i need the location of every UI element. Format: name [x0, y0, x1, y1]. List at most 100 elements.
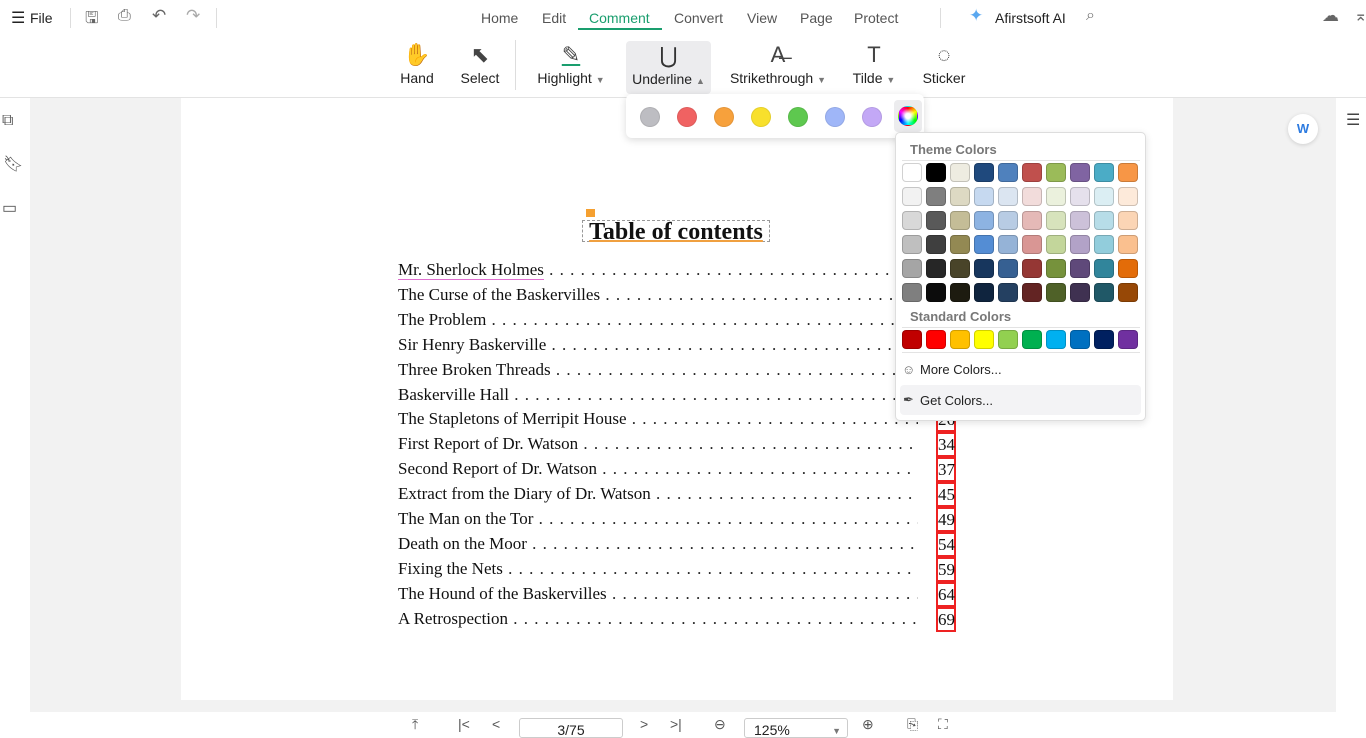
standard-color-swatch[interactable] [902, 330, 922, 349]
toc-entry[interactable]: Baskerville Hall . . . . . . . . . . . .… [398, 385, 918, 407]
tab-edit[interactable]: Edit [542, 10, 566, 26]
toc-entry[interactable]: Second Report of Dr. Watson . . . . . . … [398, 459, 918, 481]
theme-color-swatch[interactable] [902, 283, 922, 302]
undo-icon[interactable]: ↶ [152, 6, 166, 26]
toc-entry[interactable]: Death on the Moor . . . . . . . . . . . … [398, 534, 918, 556]
standard-color-swatch[interactable] [1094, 330, 1114, 349]
theme-color-swatch[interactable] [1022, 259, 1042, 278]
standard-color-swatch[interactable] [926, 330, 946, 349]
theme-color-swatch[interactable] [1118, 259, 1138, 278]
tab-home[interactable]: Home [481, 10, 518, 26]
document-title[interactable]: Table of contents [582, 220, 770, 244]
theme-color-swatch[interactable] [1070, 163, 1090, 182]
toc-entry[interactable]: Fixing the Nets . . . . . . . . . . . . … [398, 559, 918, 581]
theme-color-swatch[interactable] [1094, 283, 1114, 302]
theme-color-swatch[interactable] [1046, 235, 1066, 254]
toc-entry[interactable]: First Report of Dr. Watson . . . . . . .… [398, 434, 918, 456]
standard-color-swatch[interactable] [1046, 330, 1066, 349]
theme-color-swatch[interactable] [998, 259, 1018, 278]
theme-color-swatch[interactable] [998, 235, 1018, 254]
print-icon[interactable]: ⎙ [118, 7, 131, 25]
toc-page-number[interactable]: 54 [936, 531, 956, 557]
theme-color-swatch[interactable] [1094, 259, 1114, 278]
theme-color-swatch[interactable] [1094, 211, 1114, 230]
zoom-in-icon[interactable]: ⊕ [862, 716, 874, 733]
toc-entry[interactable]: The Stapletons of Merripit House . . . .… [398, 409, 918, 431]
last-page-icon[interactable]: >| [670, 716, 682, 732]
standard-color-swatch[interactable] [1022, 330, 1042, 349]
zoom-out-icon[interactable]: ⊖ [714, 716, 726, 733]
toc-entry[interactable]: Sir Henry Baskerville . . . . . . . . . … [398, 335, 918, 357]
theme-color-swatch[interactable] [1094, 163, 1114, 182]
toc-entry[interactable]: Three Broken Threads . . . . . . . . . .… [398, 360, 918, 382]
theme-color-swatch[interactable] [902, 235, 922, 254]
toc-entry[interactable]: The Curse of the Baskervilles . . . . . … [398, 285, 918, 307]
theme-color-swatch[interactable] [1046, 283, 1066, 302]
tab-page[interactable]: Page [800, 10, 833, 26]
color-swatch[interactable] [677, 107, 697, 127]
toc-page-number[interactable]: 64 [936, 581, 956, 607]
theme-color-swatch[interactable] [1022, 235, 1042, 254]
toc-page-number[interactable]: 59 [936, 556, 956, 582]
theme-color-swatch[interactable] [1070, 187, 1090, 206]
standard-color-swatch[interactable] [998, 330, 1018, 349]
theme-color-swatch[interactable] [1118, 163, 1138, 182]
theme-color-swatch[interactable] [950, 163, 970, 182]
zoom-select[interactable]: 125% ▼ [744, 718, 848, 738]
highlight-tool[interactable]: ✎ Highlight ▼ [534, 40, 608, 94]
theme-color-swatch[interactable] [1118, 187, 1138, 206]
theme-color-swatch[interactable] [950, 187, 970, 206]
translate-icon[interactable]: W [1288, 114, 1318, 144]
tab-protect[interactable]: Protect [854, 10, 898, 26]
theme-color-swatch[interactable] [926, 283, 946, 302]
get-colors-item[interactable]: ✒ Get Colors... [900, 385, 1141, 415]
theme-color-swatch[interactable] [1070, 235, 1090, 254]
theme-color-swatch[interactable] [1046, 163, 1066, 182]
fullscreen-icon[interactable]: ⛶ [938, 716, 948, 733]
toc-entry[interactable]: Extract from the Diary of Dr. Watson . .… [398, 484, 918, 506]
scroll-top-icon[interactable]: ⤒ [412, 716, 418, 733]
theme-color-swatch[interactable] [1094, 235, 1114, 254]
page-number-input[interactable]: 3/75 [519, 718, 623, 738]
toc-entry[interactable]: The Man on the Tor . . . . . . . . . . .… [398, 509, 918, 531]
theme-color-swatch[interactable] [998, 211, 1018, 230]
theme-color-swatch[interactable] [950, 211, 970, 230]
select-tool[interactable]: ⬉ Select [458, 40, 502, 94]
color-swatch[interactable] [788, 107, 808, 127]
hand-tool[interactable]: ✋ Hand [398, 40, 436, 94]
toc-page-number[interactable]: 49 [936, 507, 956, 532]
next-page-icon[interactable]: > [640, 716, 648, 732]
theme-color-swatch[interactable] [902, 187, 922, 206]
toc-entry[interactable]: The Problem . . . . . . . . . . . . . . … [398, 310, 918, 332]
ai-button[interactable]: Afirstsoft AI [995, 10, 1066, 26]
strikethrough-tool[interactable]: A̶ Strikethrough ▼ [728, 40, 828, 94]
theme-color-swatch[interactable] [1070, 283, 1090, 302]
theme-color-swatch[interactable] [902, 211, 922, 230]
more-colors-item[interactable]: ☺ More Colors... [900, 357, 1141, 383]
color-swatch[interactable] [862, 107, 882, 127]
file-menu[interactable]: File [30, 10, 53, 26]
toc-page-number[interactable]: 37 [936, 457, 956, 483]
theme-color-swatch[interactable] [950, 283, 970, 302]
comment-icon[interactable]: ▭ [2, 198, 17, 218]
theme-color-swatch[interactable] [1022, 211, 1042, 230]
theme-color-swatch[interactable] [1118, 235, 1138, 254]
toc-page-number[interactable]: 45 [936, 482, 956, 508]
toc-page-number[interactable]: 34 [936, 432, 956, 458]
properties-icon[interactable]: ☰ [1346, 110, 1360, 130]
theme-color-swatch[interactable] [926, 163, 946, 182]
bookmark-icon[interactable]: 🔖︎ [3, 154, 23, 174]
theme-color-swatch[interactable] [950, 235, 970, 254]
theme-color-swatch[interactable] [974, 211, 994, 230]
prev-page-icon[interactable]: < [492, 716, 500, 732]
theme-color-swatch[interactable] [974, 283, 994, 302]
theme-color-swatch[interactable] [1046, 211, 1066, 230]
underline-tool[interactable]: ⋃ Underline ▲ [626, 41, 711, 94]
theme-color-swatch[interactable] [1070, 259, 1090, 278]
cloud-upload-icon[interactable]: ☁ [1322, 6, 1339, 26]
theme-color-swatch[interactable] [1022, 163, 1042, 182]
color-swatch[interactable] [714, 107, 734, 127]
theme-color-swatch[interactable] [926, 211, 946, 230]
theme-color-swatch[interactable] [926, 235, 946, 254]
color-swatch[interactable] [751, 107, 771, 127]
